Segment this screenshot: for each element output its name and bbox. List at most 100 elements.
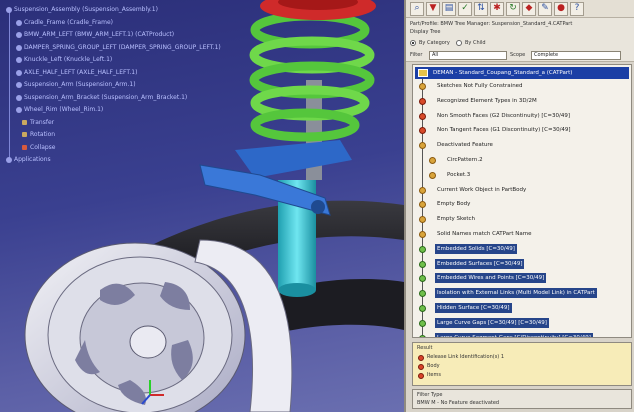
tree-item[interactable]: Empty Body: [413, 197, 631, 212]
tree-item-label: Embedded Surfaces [C=30/49]: [435, 258, 525, 269]
tree-item-label: Embedded Wires and Points [C=30/49]: [435, 273, 547, 284]
by-category-label: By Category: [419, 40, 450, 46]
part-icon: [418, 69, 428, 77]
tree-item[interactable]: Embedded Surfaces [C=30/49]: [413, 257, 631, 272]
help-icon[interactable]: ?: [570, 1, 584, 16]
part-icon: [16, 107, 22, 113]
tree-item[interactable]: Non Tangent Faces (G1 Discontinuity) [C=…: [413, 123, 631, 138]
tree-item-label: Current Work Object in PartBody: [437, 186, 527, 193]
check-status-icon: [419, 142, 426, 150]
spec-tree-item[interactable]: Suspension_Assembly (Suspension_Assembly…: [4, 4, 234, 17]
tree-item[interactable]: Solid Names match CATPart Name: [413, 227, 631, 242]
tree-item[interactable]: Current Work Object in PartBody: [413, 183, 631, 198]
check-status-icon: [419, 216, 426, 224]
tree-item[interactable]: Isolation with External Links (Multi Mod…: [413, 286, 631, 301]
check-status-icon: [419, 260, 426, 268]
tree-item-label: Non Tangent Faces (G1 Discontinuity) [C=…: [437, 127, 571, 134]
check-status-icon: [419, 319, 426, 327]
tree-item[interactable]: CircPattern.2: [413, 153, 631, 168]
spec-tree-item[interactable]: Wheel_Rim (Wheel_Rim.1): [4, 104, 234, 117]
scope-select[interactable]: Complete: [531, 50, 621, 60]
tree-item-label: Large Curve Segment Gaps [C/Discontinuit…: [435, 332, 593, 337]
check-status-icon: [429, 171, 436, 179]
tools-icon[interactable]: ✱: [490, 1, 504, 16]
spec-tree-item[interactable]: Collapse: [4, 142, 234, 155]
display-tree-label: Display Tree: [410, 29, 441, 35]
tree-item-label: Deactivated Feature: [437, 142, 493, 149]
tree-item-label: Embedded Solids [C=30/49]: [435, 243, 517, 254]
tree-item[interactable]: Embedded Solids [C=30/49]: [413, 242, 631, 257]
filter-label: Filter: [410, 52, 423, 58]
spec-tree-item[interactable]: Transfer: [4, 117, 234, 130]
result-message-box: Result Release Link Identification(s) 1 …: [412, 342, 632, 386]
tree-item[interactable]: Large Curve Segment Gaps [C/Discontinuit…: [413, 331, 631, 337]
tree-item-label: Large Curve Gaps [C=30/49] [C=30/49]: [435, 317, 549, 328]
check-status-icon: [419, 83, 426, 90]
tree-item-label: Isolation with External Links (Multi Mod…: [435, 288, 597, 299]
sort-icon[interactable]: ⇅: [474, 1, 488, 16]
tree-root-item[interactable]: DEMAN - Standard_Coupang_Standard_a (CAT…: [415, 67, 629, 79]
wheel-rim: [24, 239, 293, 412]
part-icon: [16, 82, 22, 88]
part-icon: [16, 69, 22, 76]
spec-tree-item[interactable]: Rotation: [4, 129, 234, 142]
error-icon: [418, 373, 424, 379]
spec-tree-item[interactable]: BMW_ARM_LEFT (BMW_ARM_LEFT.1) (CATProduc…: [4, 29, 234, 42]
constraint-icon: [22, 144, 27, 150]
stop-icon[interactable]: ●: [554, 1, 568, 16]
tree-item-label: Empty Body: [437, 201, 471, 208]
specification-tree: Suspension_Assembly (Suspension_Assembly…: [4, 4, 234, 167]
result-line: Release Link Identification(s) 1: [417, 353, 627, 362]
error-icon: [418, 355, 424, 361]
part-icon: [16, 19, 22, 26]
3d-viewport[interactable]: Suspension_Assembly (Suspension_Assembly…: [0, 0, 404, 412]
tree-item[interactable]: Large Curve Gaps [C=30/49] [C=30/49]: [413, 316, 631, 331]
part-profile-text: Part/Profile: BMW Tree Manager: Suspensi…: [410, 21, 573, 27]
by-child-radio[interactable]: [456, 40, 462, 46]
status-filter-type: Filter Type: [417, 392, 443, 398]
scope-label: Scope: [510, 52, 526, 58]
check-status-icon: [419, 201, 426, 209]
tree-item[interactable]: Recognized Element Types in 3D/2M: [413, 94, 631, 109]
tree-item-label: Empty Sketch: [437, 216, 476, 223]
check-status-icon: [419, 245, 426, 253]
by-category-radio[interactable]: [410, 40, 416, 46]
check-results-tree: DEMAN - Standard_Coupang_Standard_a (CAT…: [412, 64, 632, 338]
spec-tree-item[interactable]: Suspension_Arm (Suspension_Arm.1): [4, 79, 234, 92]
spec-tree-item[interactable]: Cradle_Frame (Cradle_Frame): [4, 17, 234, 30]
check-status-icon: [419, 112, 426, 120]
tree-item[interactable]: Sketches Not Fully Constrained: [413, 79, 631, 94]
spec-tree-item[interactable]: AXLE_HALF_LEFT (AXLE_HALF_LEFT.1): [4, 67, 234, 80]
part-icon: [16, 57, 22, 63]
check-status-icon: [419, 275, 426, 283]
info-section: Part/Profile: BMW Tree Manager: Suspensi…: [406, 18, 634, 62]
tree-item[interactable]: Empty Sketch: [413, 212, 631, 227]
coil-spring: [249, 11, 375, 142]
display-mode-row: By Category By Child: [410, 38, 630, 48]
tree-item[interactable]: Pocket.3: [413, 168, 631, 183]
check-icon[interactable]: ✓: [458, 1, 472, 16]
tree-item[interactable]: Hidden Surface [C=30/49]: [413, 301, 631, 316]
report-icon[interactable]: ▤: [442, 1, 456, 16]
tree-item-label: CircPattern.2: [447, 156, 483, 163]
result-title: Result: [417, 345, 433, 351]
filter-select[interactable]: All: [429, 50, 507, 60]
filter-icon[interactable]: ▼: [426, 1, 440, 16]
assembly-icon: [6, 7, 12, 13]
spec-tree-item[interactable]: Applications: [4, 154, 234, 167]
tree-item[interactable]: Embedded Wires and Points [C=30/49]: [413, 271, 631, 286]
tree-item[interactable]: Non Smooth Faces (G2 Discontinuity) [C=3…: [413, 109, 631, 124]
tree-item[interactable]: Deactivated Feature: [413, 138, 631, 153]
check-status-icon: [419, 230, 426, 238]
search-icon[interactable]: ⌕: [410, 1, 424, 16]
tree-item-label: Solid Names match CATPart Name: [437, 230, 532, 237]
part-icon[interactable]: ◆: [522, 1, 536, 16]
check-status-icon: [419, 97, 426, 105]
spec-tree-item[interactable]: DAMPER_SPRING_GROUP_LEFT (DAMPER_SPRING_…: [4, 42, 234, 55]
update-icon[interactable]: ↻: [506, 1, 520, 16]
tree-item-label: Non Smooth Faces (G2 Discontinuity) [C=3…: [437, 112, 570, 119]
spec-tree-item[interactable]: Suspension_Arm_Bracket (Suspension_Arm_B…: [4, 92, 234, 105]
spec-tree-item[interactable]: Knuckle_Left (Knuckle_Left.1): [4, 54, 234, 67]
edit-icon[interactable]: ✎: [538, 1, 552, 16]
check-status-icon: [419, 304, 426, 312]
